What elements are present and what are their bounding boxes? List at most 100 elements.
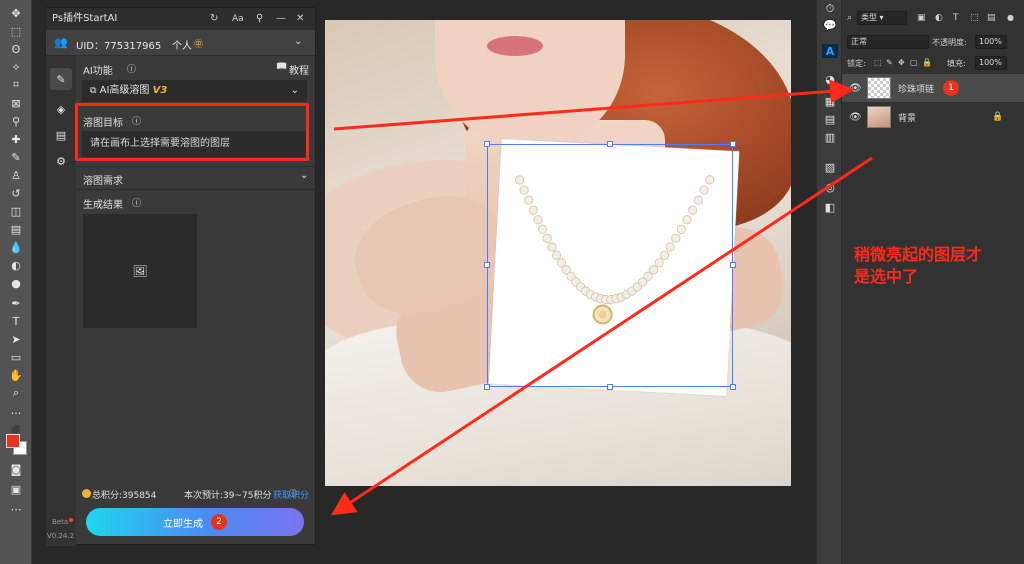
font-size-icon[interactable]: Aa — [232, 8, 244, 30]
info-icon[interactable]: ⓘ — [127, 62, 136, 75]
image-placeholder-icon: 🖼 — [132, 264, 148, 278]
version-label: V0.24.2 — [47, 532, 75, 540]
color-palette-icon[interactable]: ◕ — [822, 72, 838, 86]
visibility-eye-icon[interactable]: 👁 — [849, 83, 862, 94]
zoom-icon[interactable]: ⌕ — [6, 384, 26, 402]
layers-stack-icon[interactable]: ◈ — [54, 102, 68, 116]
ai-function-label: AI功能 — [83, 66, 113, 77]
pearl-necklace-graphic — [514, 175, 715, 325]
layer-lock-icon: 🔒 — [992, 112, 1004, 122]
startai-logo-icon[interactable]: A — [822, 44, 838, 58]
coin-icon — [82, 489, 91, 498]
info-icon[interactable]: ⓘ — [132, 114, 141, 127]
tutorial-link[interactable]: 教程 — [289, 62, 309, 77]
account-row: 👥 UID：775317965 个人 ㊥ ⌄ — [46, 30, 315, 56]
plugin-title: Ps插件StartAI — [52, 13, 118, 24]
history-brush-icon[interactable]: ↺ — [6, 184, 26, 202]
lock-paint-icon[interactable]: ✎ — [886, 58, 893, 67]
magic-wand-icon[interactable]: ✧ — [6, 58, 26, 76]
stamp-icon[interactable]: ♙ — [6, 166, 26, 184]
chevron-down-icon[interactable]: ⌄ — [294, 36, 302, 47]
lock-pixels-icon[interactable]: ⬚ — [874, 58, 882, 67]
info-icon[interactable]: ⓘ — [132, 196, 141, 209]
close-icon[interactable]: ✕ — [296, 8, 304, 30]
generate-button[interactable]: 立即生成 2 — [86, 508, 304, 536]
target-label: 溶图目标 — [83, 118, 123, 129]
patterns-icon[interactable]: ▥ — [822, 130, 838, 144]
settings-gear-icon[interactable]: ⚙ — [54, 154, 68, 168]
type-icon[interactable]: T — [6, 312, 26, 330]
target-layer-field[interactable]: 请在画布上选择需要溶图的图层 — [82, 131, 307, 157]
ai-mode-select[interactable]: ⧉ AI高级溶图 V3 ⌄ — [82, 80, 307, 102]
frame-icon[interactable]: ⊠ — [6, 94, 26, 112]
user-group-icon: 👥 — [54, 36, 68, 49]
quick-mask-icon[interactable]: ◙ — [6, 460, 26, 478]
gradient-icon[interactable]: ▤ — [6, 220, 26, 238]
sponge-icon[interactable]: ● — [6, 274, 26, 292]
filter-kind-select[interactable]: 类型 ▾ — [857, 11, 907, 25]
document-canvas[interactable] — [325, 20, 791, 486]
paths-icon[interactable]: ◧ — [822, 200, 838, 214]
filter-smart-icon[interactable]: ▤ — [987, 13, 996, 23]
opacity-input[interactable]: 100% — [975, 35, 1007, 49]
eyedropper-icon[interactable]: ⚲ — [6, 112, 26, 130]
fill-input[interactable]: 100% — [975, 56, 1007, 70]
layer-row-background[interactable]: 👁 背景 🔒 — [842, 103, 1024, 131]
marquee-icon[interactable]: ⬚ — [6, 22, 26, 40]
crop-icon[interactable]: ⌗ — [6, 76, 26, 94]
chevron-down-icon[interactable]: ⌄ — [300, 170, 308, 181]
libraries-icon[interactable]: ▧ — [822, 160, 838, 174]
refresh-icon[interactable]: ↻ — [210, 8, 218, 30]
eraser-icon[interactable]: ◫ — [6, 202, 26, 220]
extra-tools-icon[interactable]: ⋯ — [6, 500, 26, 518]
screen-mode-icon[interactable]: ▣ — [6, 480, 26, 498]
estimate-points: 本次预计:39~75积分 — [184, 491, 272, 501]
pen-icon[interactable]: ✒ — [6, 294, 26, 312]
lock-artboard-icon[interactable]: ▢ — [910, 58, 918, 67]
blend-mode-select[interactable]: 正常 — [847, 35, 929, 49]
swatches-icon[interactable]: ▦ — [822, 94, 838, 108]
lasso-icon[interactable]: ʘ — [6, 40, 26, 58]
filter-toggle-icon[interactable]: ● — [1007, 13, 1014, 22]
book-icon[interactable]: 📖 — [276, 62, 287, 72]
channels-icon[interactable]: ◎ — [822, 180, 838, 194]
get-points-link[interactable]: 获取积分 — [273, 488, 309, 501]
gradients-icon[interactable]: ▤ — [822, 112, 838, 126]
comments-icon[interactable]: 💬 — [822, 18, 838, 32]
pearl — [682, 215, 692, 225]
needs-label[interactable]: 溶图需求 — [83, 172, 123, 187]
pearl — [519, 185, 529, 195]
filter-shape-icon[interactable]: ⬚ — [970, 13, 979, 23]
move-icon[interactable]: ✥ — [6, 4, 26, 22]
layer-row-necklace[interactable]: 👁 珍珠项链 1 — [842, 74, 1024, 102]
lock-all-icon[interactable]: 🔒 — [922, 58, 932, 67]
uid-text: UID：775317965 — [76, 41, 162, 52]
healing-icon[interactable]: ✚ — [6, 130, 26, 148]
path-select-icon[interactable]: ➤ — [6, 330, 26, 348]
layer-name: 背景 — [898, 113, 917, 124]
layer-thumbnail — [867, 106, 891, 128]
minimize-icon[interactable]: — — [276, 8, 286, 30]
filter-pixel-icon[interactable]: ▣ — [917, 13, 926, 23]
pearl — [665, 242, 675, 252]
clipboard-icon[interactable]: ▤ — [54, 128, 68, 142]
ai-mode-value: AI高级溶图 — [99, 85, 150, 96]
foreground-color-swatch[interactable] — [6, 434, 20, 448]
filter-type-icon[interactable]: T — [953, 13, 959, 23]
dodge-icon[interactable]: ◐ — [6, 256, 26, 274]
account-type-label: 个人 — [172, 41, 192, 52]
blur-icon[interactable]: 💧 — [6, 238, 26, 256]
pen-edit-icon[interactable]: ✎ — [50, 68, 72, 90]
brush-icon[interactable]: ✎ — [6, 148, 26, 166]
history-icon[interactable]: ⏱ — [822, 2, 838, 16]
hand-icon[interactable]: ✋ — [6, 366, 26, 384]
pin-icon[interactable]: ⚲ — [256, 8, 263, 30]
layers-panel: ⌕ 类型 ▾ ▣ ◐ T ⬚ ▤ ● 正常 不透明度: 100% 锁定: ⬚ ✎… — [842, 0, 1024, 564]
result-label: 生成结果 — [83, 200, 123, 211]
visibility-eye-icon[interactable]: 👁 — [849, 112, 862, 123]
lock-move-icon[interactable]: ✥ — [898, 58, 905, 67]
necklace-layer-image[interactable] — [488, 138, 740, 397]
shape-icon[interactable]: ▭ — [6, 348, 26, 366]
opacity-label: 不透明度: — [932, 38, 967, 47]
filter-adjust-icon[interactable]: ◐ — [935, 13, 943, 23]
